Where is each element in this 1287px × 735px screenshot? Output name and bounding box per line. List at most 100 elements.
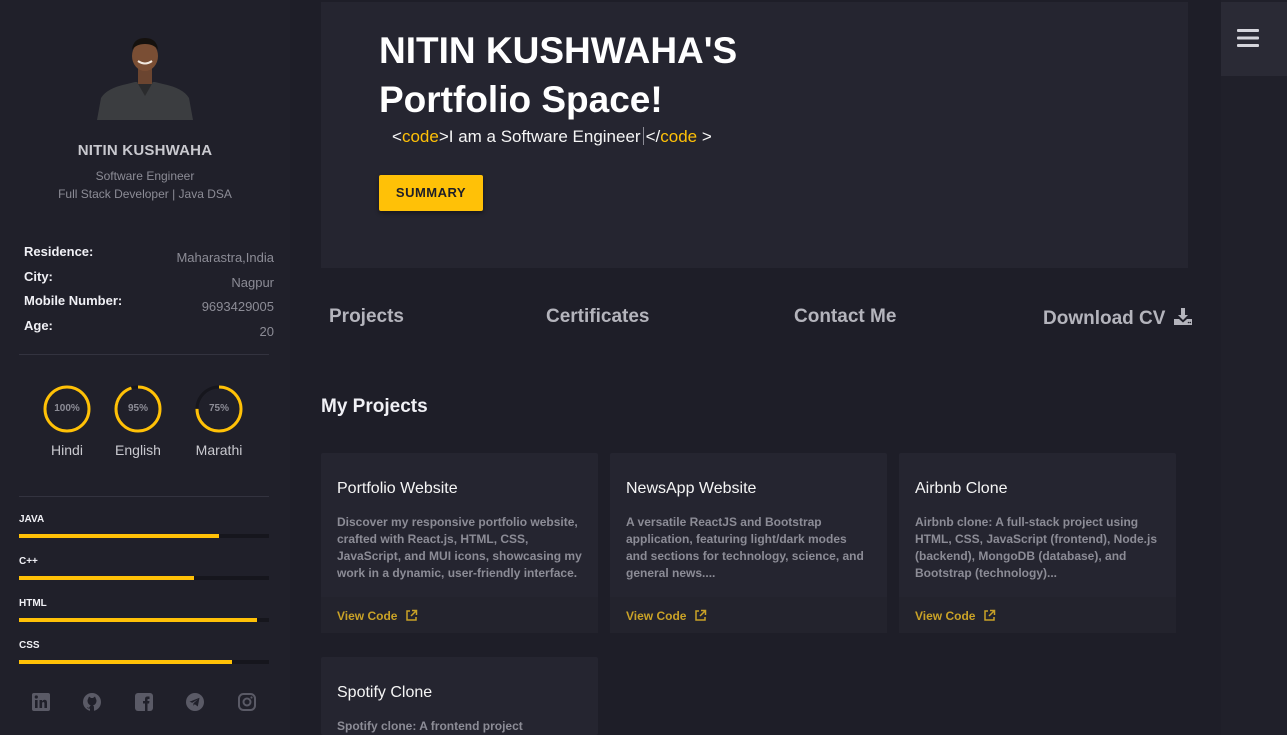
skill-bar-fill (19, 660, 232, 664)
info-label: Age: (24, 317, 53, 333)
skill-bar (19, 576, 269, 580)
divider (19, 354, 269, 355)
progress-ring: 100% (42, 384, 92, 434)
language-name: Marathi (195, 442, 243, 458)
github-icon[interactable] (82, 692, 102, 712)
info-mobile: Mobile Number: 9693429005 (24, 293, 274, 318)
project-title: Spotify Clone (337, 684, 433, 701)
language-hindi: 100% Hindi (37, 384, 97, 458)
typing-text: I am a Software Engineer (448, 127, 641, 146)
project-title: Airbnb Clone (915, 480, 1008, 497)
skill-java: JAVA (19, 514, 269, 556)
project-title: Portfolio Website (337, 480, 458, 497)
skill-bar-fill (19, 618, 257, 622)
info-age: Age: 20 (24, 318, 274, 343)
skill-label: HTML (19, 598, 47, 609)
code-bracket: > (438, 127, 449, 146)
view-code-link[interactable]: View Code (915, 609, 996, 625)
language-percent: 75% (208, 403, 229, 414)
typing-cursor (642, 127, 644, 145)
nav-contact[interactable]: Contact Me (794, 306, 896, 328)
info-residence: Residence: Maharastra,India (24, 244, 274, 269)
telegram-icon[interactable] (185, 692, 205, 712)
project-description: Spotify clone: A frontend project (337, 719, 523, 733)
nav-certificates[interactable]: Certificates (546, 306, 650, 328)
info-label: City: (24, 268, 53, 284)
skill-bar-fill (19, 534, 219, 538)
sidebar: NITIN KUSHWAHA Software Engineer Full St… (0, 0, 290, 735)
profile-tagline: Full Stack Developer | Java DSA (58, 187, 232, 201)
external-link-icon (694, 609, 707, 625)
project-card: NewsApp Website A versatile ReactJS and … (610, 453, 887, 633)
projects-heading: My Projects (321, 396, 428, 417)
portfolio-page: NITIN KUSHWAHA Software Engineer Full St… (0, 0, 1287, 735)
skill-html: HTML (19, 598, 269, 640)
view-code-link[interactable]: View Code (626, 609, 707, 625)
external-link-icon (405, 609, 418, 625)
download-icon (1173, 306, 1193, 332)
project-card: Portfolio Website Discover my responsive… (321, 453, 598, 633)
info-label: Mobile Number: (24, 293, 123, 308)
hero-subtitle: <code>I am a Software Engineer </code > (392, 127, 712, 147)
code-bracket: </ (645, 127, 661, 146)
hero-title-line: Portfolio Space! (379, 79, 663, 120)
profile-name: NITIN KUSHWAHA (77, 142, 213, 159)
social-links (0, 692, 290, 716)
skill-label: C++ (19, 556, 38, 567)
project-description: Discover my responsive portfolio website… (337, 515, 582, 580)
progress-ring: 95% (113, 384, 163, 434)
hero-banner: NITIN KUSHWAHA'S Portfolio Space! <code>… (321, 2, 1188, 268)
tech-skills: JAVA C++ HTML CSS (19, 514, 269, 682)
skill-css: CSS (19, 640, 269, 682)
code-bracket: > (697, 127, 712, 146)
code-tag: code (660, 127, 698, 146)
divider (19, 496, 269, 497)
language-name: English (115, 442, 161, 458)
skill-cpp: C++ (19, 556, 269, 598)
hero-title: NITIN KUSHWAHA'S Portfolio Space! (379, 26, 737, 124)
hamburger-icon (1237, 29, 1259, 50)
info-label: Residence: (24, 244, 94, 259)
menu-button[interactable] (1221, 2, 1287, 76)
view-code-label: View Code (915, 609, 976, 623)
info-value: 9693429005 (201, 299, 274, 314)
personal-info: Residence: Maharastra,India City: Nagpur… (24, 244, 274, 342)
nav-projects[interactable]: Projects (329, 306, 404, 328)
project-card: Airbnb Clone Airbnb clone: A full-stack … (899, 453, 1176, 633)
language-skills: 100% Hindi 95% English 75% Marathi (0, 384, 290, 464)
code-bracket: < (392, 127, 402, 146)
skill-bar (19, 618, 269, 622)
external-link-icon (983, 609, 996, 625)
skill-bar-fill (19, 576, 194, 580)
project-description: A versatile ReactJS and Bootstrap applic… (626, 515, 864, 580)
language-percent: 100% (54, 403, 80, 414)
summary-button[interactable]: SUMMARY (379, 175, 483, 211)
skill-bar (19, 534, 269, 538)
view-code-label: View Code (337, 609, 398, 623)
view-code-link[interactable]: View Code (337, 609, 418, 625)
project-title: NewsApp Website (626, 480, 757, 497)
info-value: Maharastra,India (176, 250, 274, 265)
right-panel (1221, 0, 1287, 735)
info-city: City: Nagpur (24, 269, 274, 294)
view-code-label: View Code (626, 609, 687, 623)
skill-label: JAVA (19, 514, 45, 525)
linkedin-icon[interactable] (31, 692, 51, 712)
language-name: Hindi (51, 442, 83, 458)
download-cv-label: Download CV (1043, 308, 1166, 329)
nav-download-cv[interactable]: Download CV (1043, 306, 1193, 332)
card-footer: View Code (321, 597, 598, 633)
info-value: 20 (259, 323, 274, 339)
hero-title-line: NITIN KUSHWAHA'S (379, 30, 738, 71)
language-marathi: 75% Marathi (189, 384, 249, 458)
facebook-icon[interactable] (134, 692, 154, 712)
skill-bar (19, 660, 269, 664)
skill-label: CSS (19, 640, 40, 651)
card-footer: View Code (899, 597, 1176, 633)
progress-ring: 75% (194, 384, 244, 434)
instagram-icon[interactable] (237, 692, 257, 712)
profile-role: Software Engineer (95, 169, 195, 183)
language-english: 95% English (108, 384, 168, 458)
project-card: Spotify Clone Spotify clone: A frontend … (321, 657, 598, 735)
card-footer: View Code (610, 597, 887, 633)
